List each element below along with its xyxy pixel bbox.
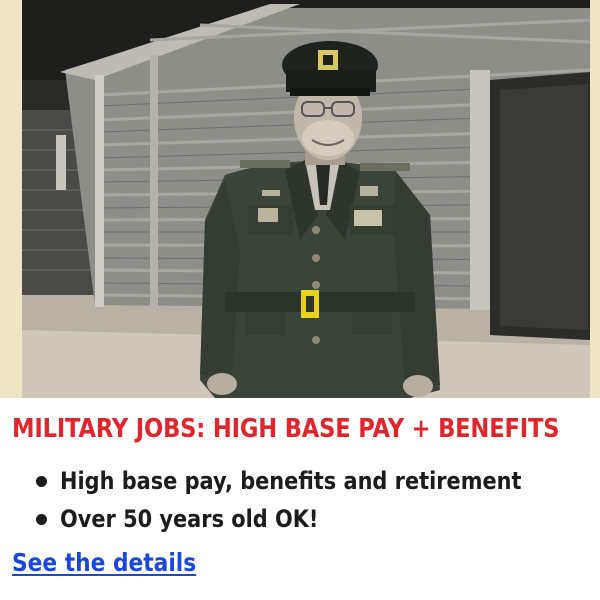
benefit-list-item: Over 50 years old OK! [30, 500, 590, 538]
see-details-link[interactable]: See the details [12, 546, 196, 580]
ad-headline[interactable]: MILITARY JOBS: HIGH BASE PAY + BENEFITS [12, 411, 560, 447]
bullet-icon [36, 514, 47, 525]
benefit-list-item: High base pay, benefits and retirement [30, 462, 590, 500]
bullet-icon [36, 476, 47, 487]
ad-photo-veteran-in-uniform[interactable] [0, 0, 600, 398]
benefit-text: High base pay, benefits and retirement [60, 467, 522, 495]
ad-card[interactable]: MILITARY JOBS: HIGH BASE PAY + BENEFITS … [0, 0, 600, 600]
benefit-list: High base pay, benefits and retirement O… [30, 462, 590, 538]
benefit-text: Over 50 years old OK! [60, 505, 319, 533]
